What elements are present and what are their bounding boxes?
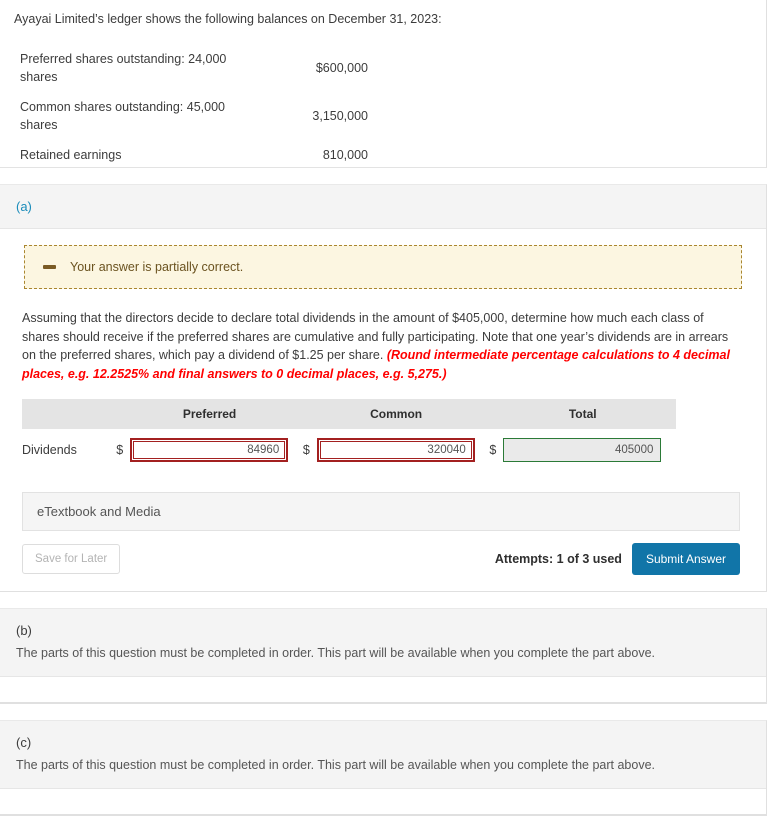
ledger-amount: $600,000 bbox=[315, 61, 368, 75]
dividends-answer-table: Preferred Common Total Dividends $ 84960… bbox=[22, 399, 676, 474]
section-spacer bbox=[0, 168, 767, 184]
table-row: Dividends $ $ bbox=[22, 429, 676, 474]
etextbook-and-media-bar[interactable]: eTextbook and Media bbox=[22, 492, 740, 531]
answer-table-wrapper: Preferred Common Total Dividends $ 84960… bbox=[0, 383, 766, 474]
part-a-actions: Save for Later Attempts: 1 of 3 used Sub… bbox=[22, 543, 740, 591]
part-b-label: (b) bbox=[0, 609, 766, 642]
problem-lead-text: Ayayai Limited’s ledger shows the follow… bbox=[14, 12, 442, 26]
ledger-label: Retained earnings bbox=[20, 148, 122, 162]
part-c-label: (c) bbox=[0, 721, 766, 754]
partially-correct-alert: Your answer is partially correct. bbox=[24, 245, 742, 289]
cell-preferred: $ bbox=[116, 429, 303, 474]
part-a-label: (a) bbox=[0, 185, 766, 229]
question-text: Assuming that the directors decide to de… bbox=[0, 289, 766, 383]
column-header-blank bbox=[22, 399, 117, 429]
section-spacer bbox=[0, 704, 767, 720]
cell-total: $ bbox=[489, 429, 676, 474]
column-header-total: Total bbox=[489, 399, 676, 429]
currency-symbol: $ bbox=[116, 443, 124, 457]
problem-statement-card: Ayayai Limited’s ledger shows the follow… bbox=[0, 0, 767, 168]
currency-symbol: $ bbox=[489, 443, 497, 457]
alert-message: Your answer is partially correct. bbox=[70, 260, 244, 274]
part-c-locked-message: The parts of this question must be compl… bbox=[0, 754, 766, 789]
submit-area: Attempts: 1 of 3 used Submit Answer bbox=[495, 543, 740, 575]
total-dividends-input[interactable] bbox=[503, 438, 662, 462]
ledger-label: Preferred shares outstanding: 24,000 sha… bbox=[20, 52, 227, 84]
ledger-label: Common shares outstanding: 45,000 shares bbox=[20, 100, 225, 132]
part-c-body-placeholder bbox=[0, 789, 766, 815]
minus-icon bbox=[43, 265, 56, 269]
preferred-dividends-input[interactable] bbox=[130, 438, 289, 462]
cell-common: $ bbox=[302, 429, 490, 474]
part-b-locked-message: The parts of this question must be compl… bbox=[0, 642, 766, 677]
part-a-section: (a) Your answer is partially correct. As… bbox=[0, 184, 767, 592]
currency-symbol: $ bbox=[302, 443, 310, 457]
section-spacer bbox=[0, 592, 767, 608]
part-b-body-placeholder bbox=[0, 677, 766, 703]
ledger-amount: 810,000 bbox=[322, 148, 368, 162]
ledger-balances-table: Preferred shares outstanding: 24,000 sha… bbox=[20, 44, 368, 170]
table-row: Common shares outstanding: 45,000 shares… bbox=[20, 92, 368, 140]
column-header-common: Common bbox=[302, 399, 490, 429]
table-header-row: Preferred Common Total bbox=[22, 399, 676, 429]
row-label-dividends: Dividends bbox=[22, 429, 117, 474]
part-c-section: (c) The parts of this question must be c… bbox=[0, 720, 767, 816]
table-row: Preferred shares outstanding: 24,000 sha… bbox=[20, 44, 368, 92]
ledger-amount: 3,150,000 bbox=[312, 109, 368, 123]
part-b-section: (b) The parts of this question must be c… bbox=[0, 608, 767, 704]
save-for-later-button[interactable]: Save for Later bbox=[22, 544, 121, 574]
table-row: Retained earnings 810,000 bbox=[20, 140, 368, 170]
submit-answer-button[interactable]: Submit Answer bbox=[631, 543, 740, 575]
attempts-status: Attempts: 1 of 3 used bbox=[494, 552, 622, 566]
column-header-preferred: Preferred bbox=[116, 399, 303, 429]
common-dividends-input[interactable] bbox=[316, 438, 475, 462]
